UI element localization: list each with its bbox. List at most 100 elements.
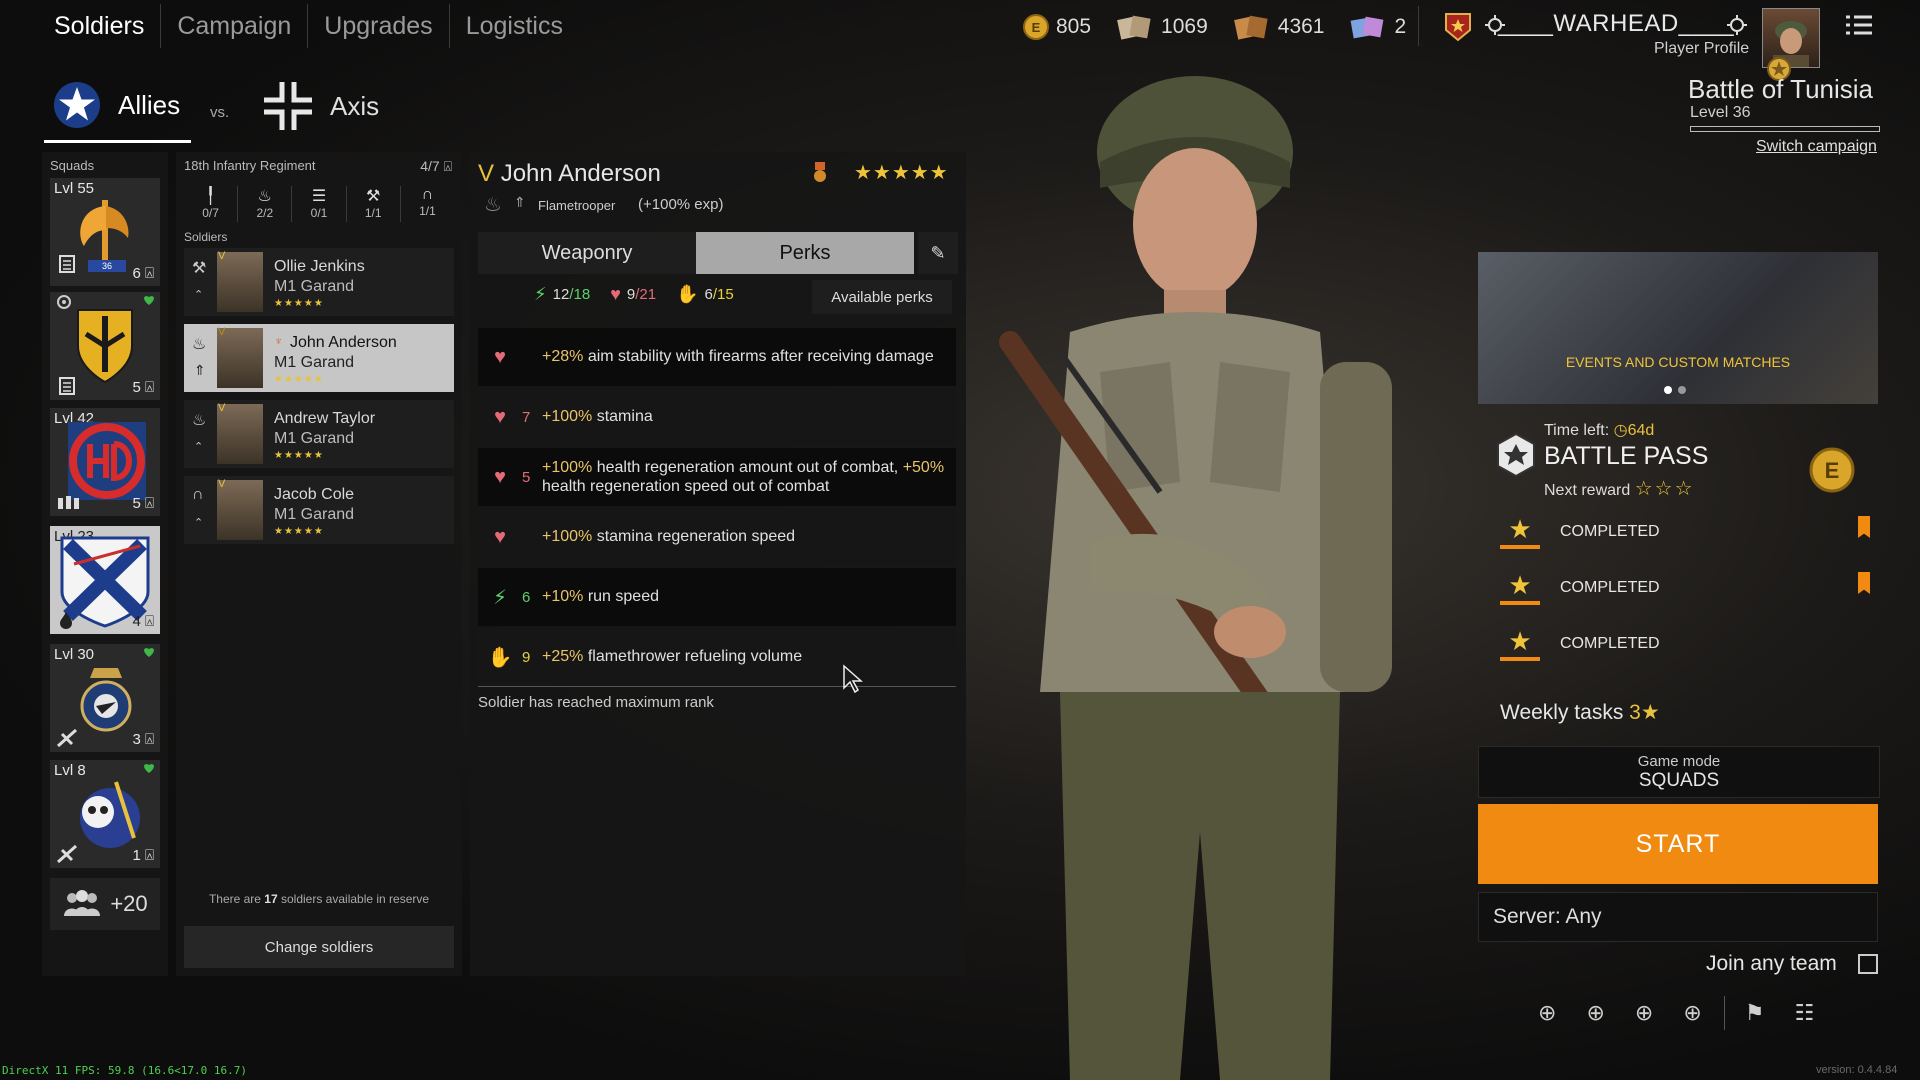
tab-perks[interactable]: Perks bbox=[696, 232, 914, 274]
hand-icon: ✋ bbox=[487, 646, 513, 669]
game-mode-value: SQUADS bbox=[1638, 770, 1720, 791]
available-perks-button[interactable]: Available perks bbox=[812, 280, 952, 314]
soldier-row-selected[interactable]: ♨ ⇑ V ♆ John Anderson M1 Garand ★★★★★ bbox=[184, 324, 454, 392]
reward-row[interactable]: ★ COMPLETED bbox=[1500, 626, 1660, 661]
tab-campaign[interactable]: Campaign bbox=[161, 4, 309, 48]
version-label: version: 0.4.4.84 bbox=[1816, 1064, 1898, 1076]
soldier-row[interactable]: ♨ ⌃ V Andrew Taylor M1 Garand ★★★★★ bbox=[184, 400, 454, 468]
squad-count: 1 ⍓ bbox=[132, 847, 154, 864]
detail-rank: V bbox=[478, 160, 495, 187]
squad-card[interactable]: Lvl 8 1 ⍓ bbox=[50, 760, 160, 868]
invite-friend-icon[interactable]: ⊕ bbox=[1538, 1000, 1556, 1026]
rank-double-chevron-icon: ⇑ bbox=[514, 194, 526, 210]
currency-gold[interactable]: E 805 bbox=[1022, 13, 1091, 41]
invite-friend-icon[interactable]: ⊕ bbox=[1586, 1000, 1604, 1026]
rank-double-chevron-icon: ⇑ bbox=[194, 362, 206, 378]
regiment-name: 18th Infantry Regiment bbox=[184, 158, 316, 173]
reward-row[interactable]: ★ COMPLETED bbox=[1500, 514, 1660, 549]
perk-row[interactable]: ⚡ 6 +10% run speed bbox=[478, 568, 956, 626]
carousel-dot-active[interactable] bbox=[1664, 386, 1672, 394]
soldier-row[interactable]: ⚒ ⌃ V Ollie Jenkins M1 Garand ★★★★★ bbox=[184, 248, 454, 316]
bookmark-icon bbox=[1858, 572, 1870, 594]
upgrade-available-icon bbox=[144, 648, 154, 657]
soldier-rank: V bbox=[218, 402, 226, 414]
reserve-squads-button[interactable]: +20 bbox=[50, 878, 160, 930]
squad-count: 4 ⍓ bbox=[132, 613, 154, 630]
slot-flametrooper[interactable]: ♨ 2/2 bbox=[238, 186, 293, 222]
join-any-team-checkbox[interactable] bbox=[1858, 954, 1878, 974]
headphones-icon: ∩ bbox=[421, 186, 434, 203]
svg-text:E: E bbox=[1032, 20, 1041, 35]
squad-count: 5 ⍓ bbox=[132, 379, 154, 396]
change-soldiers-button[interactable]: Change soldiers bbox=[184, 926, 454, 968]
tab-soldiers[interactable]: Soldiers bbox=[40, 4, 162, 48]
start-button[interactable]: START bbox=[1478, 804, 1878, 884]
squad-card-selected[interactable]: Lvl 23 4 ⍓ bbox=[50, 526, 160, 634]
gold-value: 805 bbox=[1056, 15, 1092, 38]
battle-pass-title[interactable]: BATTLE PASS bbox=[1544, 442, 1708, 471]
wrench-icon: ⚒ bbox=[192, 260, 207, 277]
vs-label: vs. bbox=[210, 104, 230, 121]
carousel-dot[interactable] bbox=[1678, 386, 1686, 394]
switch-campaign-link[interactable]: Switch campaign bbox=[1756, 138, 1877, 156]
perk-row[interactable]: ✋ 9 +25% flamethrower refueling volume bbox=[478, 628, 956, 687]
server-selector[interactable]: Server: Any bbox=[1478, 892, 1878, 942]
currency-silver-orders[interactable]: 1069 bbox=[1115, 13, 1208, 41]
bookmark-icon bbox=[1858, 516, 1870, 538]
menu-icon[interactable] bbox=[1846, 14, 1872, 36]
tab-logistics[interactable]: Logistics bbox=[450, 4, 579, 48]
squadron-crest-icon bbox=[80, 668, 132, 732]
invite-friend-icon[interactable]: ⊕ bbox=[1635, 1000, 1653, 1026]
squad-card[interactable]: Lvl 42 5 ⍓ bbox=[50, 408, 160, 516]
tab-upgrades[interactable]: Upgrades bbox=[308, 4, 450, 48]
squads-panel: Squads Lvl 55 36 6 ⍓ 5 ⍓ Lvl 42 5 ⍓ Lvl … bbox=[42, 152, 168, 976]
medal-icon bbox=[814, 162, 826, 182]
rifle-icon: ╿ bbox=[205, 188, 216, 205]
faction-allies[interactable]: Allies bbox=[52, 80, 180, 130]
reward-row[interactable]: ★ COMPLETED bbox=[1500, 570, 1660, 605]
group-icon[interactable]: ☷ bbox=[1794, 1000, 1814, 1026]
perk-row[interactable]: ♥ 5 +100% health regeneration amount out… bbox=[478, 448, 956, 506]
divider bbox=[1723, 996, 1725, 1030]
campaign-title: Battle of Tunisia bbox=[1688, 74, 1873, 104]
events-banner[interactable]: EVENTS AND CUSTOM MATCHES bbox=[1478, 252, 1878, 404]
currency-gold-orders[interactable]: 4361 bbox=[1232, 13, 1324, 41]
perk-row[interactable]: ♥ +100% stamina regeneration speed bbox=[478, 508, 956, 566]
slot-engineer[interactable]: ⚒ 1/1 bbox=[347, 186, 401, 222]
rank-badge-icon[interactable] bbox=[1444, 12, 1472, 42]
currency-tickets[interactable]: 2 bbox=[1348, 13, 1406, 41]
lock-icon: ⍓ bbox=[144, 847, 154, 864]
currency-bar: E 805 1069 4361 2 bbox=[1022, 10, 1430, 44]
list-icon: ☰ bbox=[311, 188, 327, 205]
mouse-cursor-icon bbox=[843, 664, 863, 694]
squad-card[interactable]: Lvl 55 36 6 ⍓ bbox=[50, 178, 160, 286]
slot-radioman[interactable]: ∩ 1/1 bbox=[401, 186, 454, 222]
perk-row[interactable]: ♥ +28% aim stability with firearms after… bbox=[478, 328, 956, 386]
events-label: EVENTS AND CUSTOM MATCHES bbox=[1565, 354, 1791, 370]
player-profile-label[interactable]: Player Profile bbox=[1654, 40, 1749, 58]
regiment-capacity: 4/7 ⍓ bbox=[420, 158, 452, 174]
allies-star-icon bbox=[54, 82, 100, 128]
weekly-tasks[interactable]: Weekly tasks 3★ bbox=[1500, 700, 1660, 725]
target-icon bbox=[57, 295, 71, 309]
invite-friend-icon[interactable]: ⊕ bbox=[1683, 1000, 1701, 1026]
star-icon: ★ bbox=[1500, 514, 1540, 549]
game-mode-selector[interactable]: Game mode SQUADS bbox=[1478, 746, 1880, 798]
divider bbox=[1418, 6, 1419, 46]
axis-cross-icon bbox=[264, 82, 312, 130]
profile-name[interactable]: ____WARHEAD____ bbox=[1498, 10, 1734, 38]
perk-row[interactable]: ♥ 7 +100% stamina bbox=[478, 388, 956, 446]
squad-card[interactable]: 5 ⍓ bbox=[50, 292, 160, 400]
soldiers-icon bbox=[58, 496, 79, 509]
slot-officer[interactable]: ☰ 0/1 bbox=[292, 186, 347, 222]
soldier-rank: V bbox=[218, 250, 226, 262]
star-icon: ★ bbox=[1500, 626, 1540, 661]
flag-icon[interactable]: ⚑ bbox=[1745, 1000, 1765, 1026]
slot-rifleman[interactable]: ╿ 0/7 bbox=[184, 186, 239, 222]
squad-card[interactable]: Lvl 30 3 ⍓ bbox=[50, 644, 160, 752]
tab-weaponry[interactable]: Weaponry bbox=[478, 232, 696, 274]
soldier-row[interactable]: ∩ ⌃ V Jacob Cole M1 Garand ★★★★★ bbox=[184, 476, 454, 544]
soldier-name: Ollie Jenkins bbox=[274, 258, 365, 275]
faction-axis[interactable]: Axis bbox=[262, 80, 379, 132]
soldier-title: V John Anderson bbox=[478, 160, 661, 188]
